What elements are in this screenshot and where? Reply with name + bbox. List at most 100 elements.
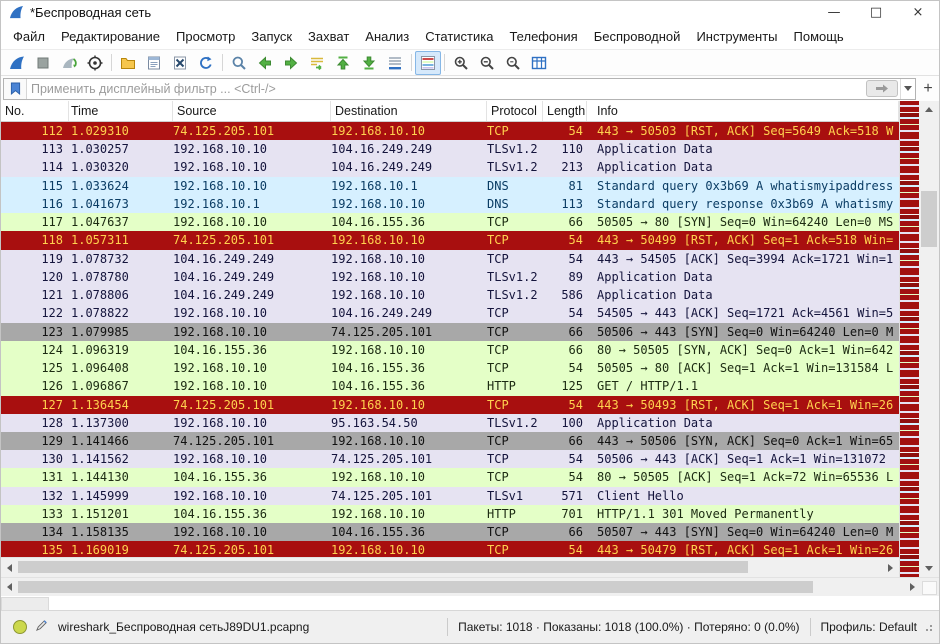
next-packet-button[interactable] — [278, 51, 304, 75]
table-row[interactable]: 129 1.141466 74.125.205.101 192.168.10.1… — [1, 432, 899, 450]
cell-source: 104.16.249.249 — [173, 286, 331, 304]
table-row[interactable]: 132 1.145999 192.168.10.10 74.125.205.10… — [1, 487, 899, 505]
menu-wireless[interactable]: Беспроводной — [586, 26, 689, 47]
menu-telephony[interactable]: Телефония — [501, 26, 585, 47]
table-row[interactable]: 113 1.030257 192.168.10.10 104.16.249.24… — [1, 140, 899, 158]
zoom-normal-button[interactable] — [500, 51, 526, 75]
menu-go[interactable]: Запуск — [243, 26, 300, 47]
table-row[interactable]: 122 1.078822 192.168.10.10 104.16.249.24… — [1, 304, 899, 322]
go-to-packet-button[interactable] — [304, 51, 330, 75]
restart-capture-button[interactable] — [56, 51, 82, 75]
cell-time: 1.137300 — [69, 414, 173, 432]
cell-source: 192.168.10.1 — [173, 195, 331, 213]
column-header-info[interactable]: Info — [587, 101, 899, 121]
filter-bookmark-icon[interactable] — [4, 79, 27, 99]
table-row[interactable]: 127 1.136454 74.125.205.101 192.168.10.1… — [1, 396, 899, 414]
menu-statistics[interactable]: Статистика — [417, 26, 501, 47]
cell-no: 135 — [1, 541, 69, 557]
vscroll-up-arrow-icon[interactable] — [919, 101, 939, 118]
table-row[interactable]: 112 1.029310 74.125.205.101 192.168.10.1… — [1, 122, 899, 140]
column-header-proto[interactable]: Protocol — [487, 101, 543, 121]
secondary-hscrollbar[interactable] — [1, 577, 939, 596]
hscroll-thumb[interactable] — [18, 561, 748, 573]
previous-packet-button[interactable] — [252, 51, 278, 75]
display-filter-input[interactable] — [27, 82, 866, 96]
stop-capture-button[interactable] — [30, 51, 56, 75]
column-header-src[interactable]: Source — [173, 101, 331, 121]
cell-source: 74.125.205.101 — [173, 541, 331, 557]
hscroll2-right-arrow-icon[interactable] — [904, 578, 921, 596]
last-packet-button[interactable] — [356, 51, 382, 75]
expert-info-icon[interactable] — [13, 620, 27, 634]
column-header-time[interactable]: Time — [69, 101, 173, 121]
hscroll-right-arrow-icon[interactable] — [882, 558, 899, 577]
column-header-no[interactable]: No. — [1, 101, 69, 121]
table-row[interactable]: 124 1.096319 104.16.155.36 192.168.10.10… — [1, 341, 899, 359]
table-row[interactable]: 128 1.137300 192.168.10.10 95.163.54.50 … — [1, 414, 899, 432]
maximize-button[interactable]: □ — [855, 1, 897, 23]
zoom-out-button[interactable] — [474, 51, 500, 75]
table-row[interactable]: 134 1.158135 192.168.10.10 104.16.155.36… — [1, 523, 899, 541]
table-row[interactable]: 119 1.078732 104.16.249.249 192.168.10.1… — [1, 250, 899, 268]
table-row[interactable]: 126 1.096867 192.168.10.10 104.16.155.36… — [1, 377, 899, 395]
table-row[interactable]: 123 1.079985 192.168.10.10 74.125.205.10… — [1, 323, 899, 341]
table-row[interactable]: 130 1.141562 192.168.10.10 74.125.205.10… — [1, 450, 899, 468]
start-capture-button[interactable] — [4, 51, 30, 75]
close-capture-file-button[interactable] — [167, 51, 193, 75]
packet-list-hscrollbar[interactable] — [1, 557, 899, 577]
table-row[interactable]: 121 1.078806 104.16.249.249 192.168.10.1… — [1, 286, 899, 304]
resize-columns-button[interactable] — [526, 51, 552, 75]
table-row[interactable]: 125 1.096408 192.168.10.10 104.16.155.36… — [1, 359, 899, 377]
minimap-scrollbar[interactable] — [899, 101, 919, 577]
menu-view[interactable]: Просмотр — [168, 26, 243, 47]
hscroll-left-arrow-icon[interactable] — [1, 558, 18, 577]
table-row[interactable]: 116 1.041673 192.168.10.1 192.168.10.10 … — [1, 195, 899, 213]
table-row[interactable]: 131 1.144130 104.16.155.36 192.168.10.10… — [1, 468, 899, 486]
resize-grip[interactable] — [923, 622, 933, 632]
table-row[interactable]: 133 1.151201 104.16.155.36 192.168.10.10… — [1, 505, 899, 523]
cell-time: 1.041673 — [69, 195, 173, 213]
vscroll-down-arrow-icon[interactable] — [919, 560, 939, 577]
colorize-packets-button[interactable] — [415, 51, 441, 75]
menu-analyze[interactable]: Анализ — [357, 26, 417, 47]
capture-comment-icon[interactable] — [35, 619, 48, 635]
zoom-in-button[interactable] — [448, 51, 474, 75]
menu-edit[interactable]: Редактирование — [53, 26, 168, 47]
open-file-button[interactable] — [115, 51, 141, 75]
capture-options-button[interactable] — [82, 51, 108, 75]
profile-selector[interactable]: Профиль: Default — [810, 618, 922, 636]
hscroll2-left-arrow-icon[interactable] — [1, 578, 18, 596]
menu-help[interactable]: Помощь — [786, 26, 852, 47]
table-row[interactable]: 135 1.169019 74.125.205.101 192.168.10.1… — [1, 541, 899, 557]
table-row[interactable]: 117 1.047637 192.168.10.10 104.16.155.36… — [1, 213, 899, 231]
apply-filter-button[interactable] — [866, 80, 898, 97]
cell-time: 1.141466 — [69, 432, 173, 450]
first-packet-button[interactable] — [330, 51, 356, 75]
hscroll2-thumb[interactable] — [18, 581, 813, 593]
cell-destination: 104.16.249.249 — [331, 158, 487, 176]
table-row[interactable]: 118 1.057311 74.125.205.101 192.168.10.1… — [1, 231, 899, 249]
cell-no: 126 — [1, 377, 69, 395]
column-header-len[interactable]: Length — [543, 101, 587, 121]
cell-length: 213 — [543, 158, 587, 176]
pane-sizer[interactable] — [922, 581, 937, 595]
minimize-button[interactable]: — — [813, 1, 855, 23]
column-header-dst[interactable]: Destination — [331, 101, 487, 121]
filter-dropdown-caret[interactable] — [900, 79, 915, 99]
reload-file-button[interactable] — [193, 51, 219, 75]
menu-file[interactable]: Файл — [5, 26, 53, 47]
vscroll-thumb[interactable] — [921, 191, 937, 247]
find-packet-button[interactable] — [226, 51, 252, 75]
close-button[interactable]: × — [897, 1, 939, 23]
menu-tools[interactable]: Инструменты — [688, 26, 785, 47]
add-filter-button[interactable]: + — [919, 79, 937, 99]
vertical-scrollbar[interactable] — [919, 101, 939, 577]
table-row[interactable]: 115 1.033624 192.168.10.10 192.168.10.1 … — [1, 177, 899, 195]
menu-capture[interactable]: Захват — [300, 26, 357, 47]
auto-scroll-button[interactable] — [382, 51, 408, 75]
table-row[interactable]: 120 1.078780 104.16.249.249 192.168.10.1… — [1, 268, 899, 286]
cell-destination: 104.16.249.249 — [331, 304, 487, 322]
cell-protocol: TCP — [487, 323, 543, 341]
table-row[interactable]: 114 1.030320 192.168.10.10 104.16.249.24… — [1, 158, 899, 176]
save-file-button[interactable] — [141, 51, 167, 75]
